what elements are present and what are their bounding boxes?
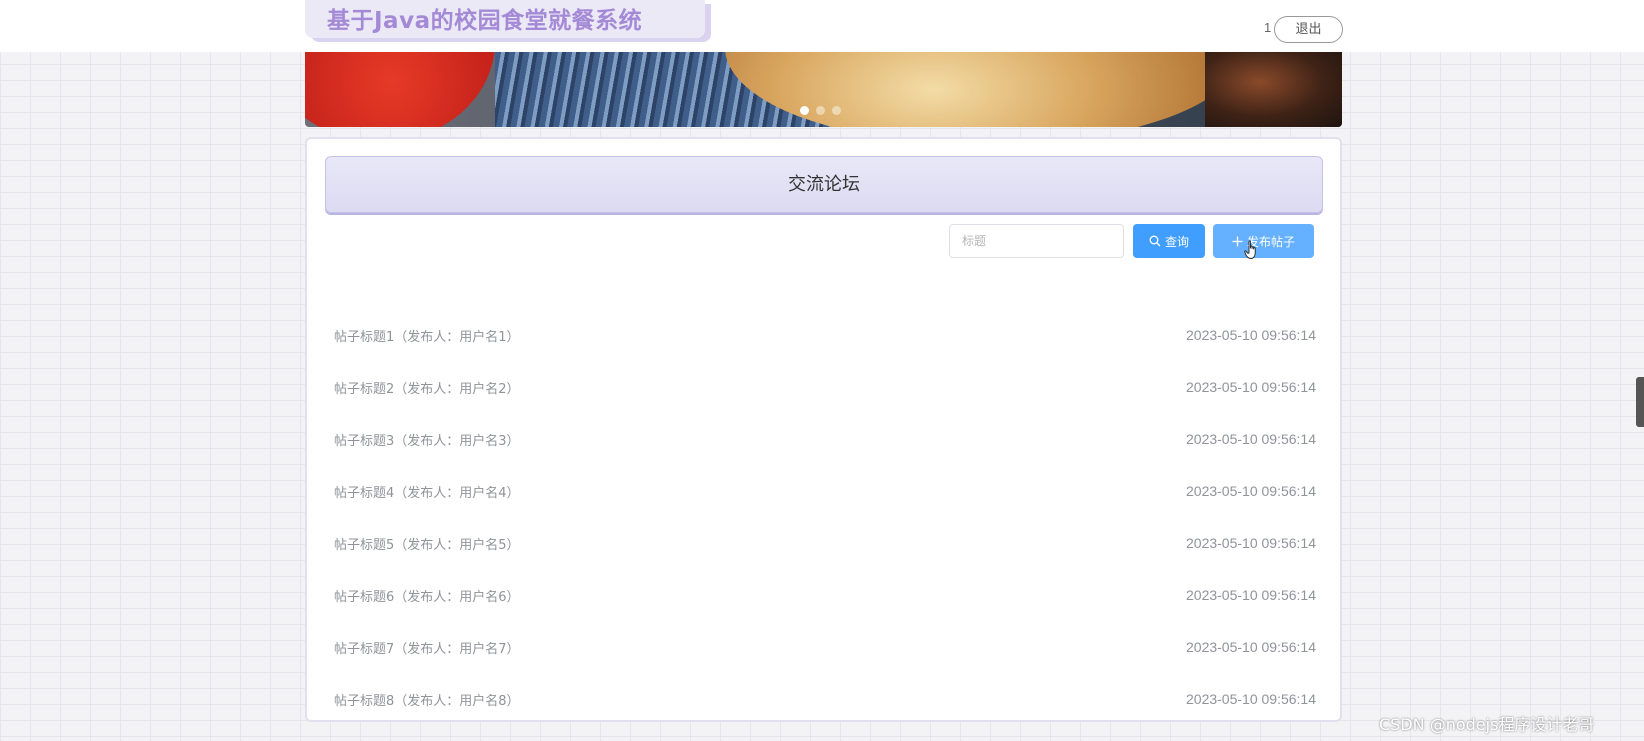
- hand-cursor-icon: [1244, 240, 1256, 259]
- watermark: CSDN @nodejs程序设计老哥: [1379, 715, 1595, 734]
- carousel-dot-1[interactable]: [800, 106, 809, 115]
- post-title[interactable]: 帖子标题8（发布人：用户名8）: [334, 690, 520, 709]
- post-time: 2023-05-10 09:56:14: [1186, 639, 1316, 655]
- post-row[interactable]: 帖子标题8（发布人：用户名8） 2023-05-10 09:56:14: [334, 673, 1316, 725]
- post-time: 2023-05-10 09:56:14: [1186, 379, 1316, 395]
- banner-image-tomato: [305, 52, 495, 127]
- post-row[interactable]: 帖子标题7（发布人：用户名7） 2023-05-10 09:56:14: [334, 621, 1316, 673]
- post-time: 2023-05-10 09:56:14: [1186, 587, 1316, 603]
- post-row[interactable]: 帖子标题1（发布人：用户名1） 2023-05-10 09:56:14: [334, 309, 1316, 361]
- post-time: 2023-05-10 09:56:14: [1186, 535, 1316, 551]
- banner-image-dish: [1205, 52, 1342, 127]
- banner-image-pastry: [725, 52, 1245, 127]
- query-button[interactable]: 查询: [1133, 224, 1205, 258]
- post-title[interactable]: 帖子标题2（发布人：用户名2）: [334, 378, 520, 397]
- user-name: 1: [1264, 20, 1272, 35]
- post-title[interactable]: 帖子标题4（发布人：用户名4）: [334, 482, 520, 501]
- section-title: 交流论坛: [325, 156, 1323, 213]
- post-time: 2023-05-10 09:56:14: [1186, 691, 1316, 707]
- post-title[interactable]: 帖子标题6（发布人：用户名6）: [334, 586, 520, 605]
- post-row[interactable]: 帖子标题3（发布人：用户名3） 2023-05-10 09:56:14: [334, 413, 1316, 465]
- query-button-label: 查询: [1164, 234, 1189, 249]
- carousel-dot-3[interactable]: [832, 106, 841, 115]
- side-drawer-handle[interactable]: [1636, 377, 1644, 427]
- post-time: 2023-05-10 09:56:14: [1186, 483, 1316, 499]
- site-title-badge: 基于Java的校园食堂就餐系统: [305, 0, 705, 38]
- post-title[interactable]: 帖子标题7（发布人：用户名7）: [334, 638, 520, 657]
- plus-icon: [1232, 236, 1243, 246]
- publish-post-button[interactable]: 发布帖子: [1213, 224, 1314, 258]
- post-row[interactable]: 帖子标题6（发布人：用户名6） 2023-05-10 09:56:14: [334, 569, 1316, 621]
- search-icon: [1149, 235, 1161, 247]
- post-row[interactable]: 帖子标题5（发布人：用户名5） 2023-05-10 09:56:14: [334, 517, 1316, 569]
- carousel-indicators: [800, 106, 841, 115]
- banner-carousel[interactable]: [305, 52, 1342, 127]
- post-title[interactable]: 帖子标题5（发布人：用户名5）: [334, 534, 520, 553]
- logout-button[interactable]: 退出: [1274, 16, 1343, 43]
- site-title: 基于Java的校园食堂就餐系统: [327, 8, 643, 34]
- post-row[interactable]: 帖子标题4（发布人：用户名4） 2023-05-10 09:56:14: [334, 465, 1316, 517]
- post-row[interactable]: 帖子标题2（发布人：用户名2） 2023-05-10 09:56:14: [334, 361, 1316, 413]
- post-title[interactable]: 帖子标题1（发布人：用户名1）: [334, 326, 520, 345]
- carousel-dot-2[interactable]: [816, 106, 825, 115]
- title-search-input[interactable]: [949, 224, 1124, 258]
- post-list: 帖子标题1（发布人：用户名1） 2023-05-10 09:56:14 帖子标题…: [334, 309, 1316, 725]
- post-time: 2023-05-10 09:56:14: [1186, 327, 1316, 343]
- post-time: 2023-05-10 09:56:14: [1186, 431, 1316, 447]
- top-bar: 基于Java的校园食堂就餐系统 1 退出: [0, 0, 1644, 52]
- forum-panel: 交流论坛 查询 发布帖子 帖子标题1（发布人：用户名1） 2023-05-10 …: [305, 137, 1342, 722]
- post-title[interactable]: 帖子标题3（发布人：用户名3）: [334, 430, 520, 449]
